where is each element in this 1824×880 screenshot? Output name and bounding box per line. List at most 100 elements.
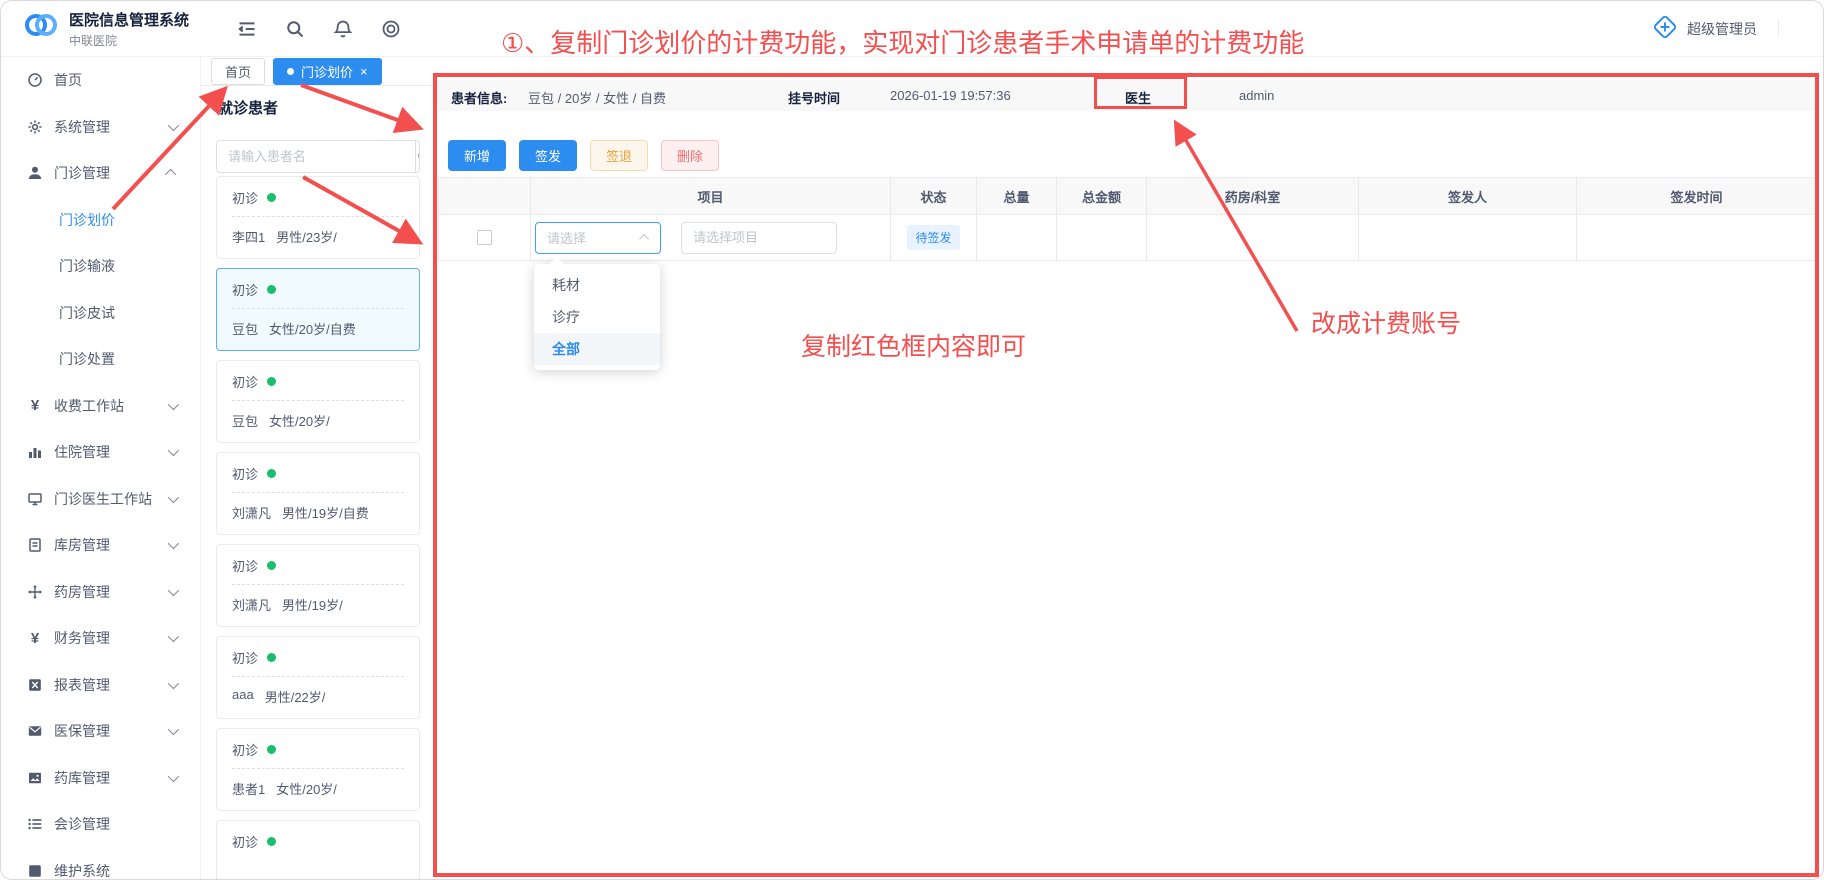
chevron-up-icon (639, 234, 649, 244)
th-pharmacy-dept: 药房/科室 (1147, 178, 1359, 215)
sidebar-item-insurance[interactable]: 医保管理 (1, 708, 200, 755)
item-type-select[interactable]: 请选择 (535, 222, 661, 254)
gear-icon (27, 119, 43, 135)
visit-type-badge: 初诊 (232, 556, 258, 575)
add-button[interactable]: 新增 (448, 140, 506, 171)
status-dot-icon (267, 193, 276, 202)
bell-icon[interactable] (333, 19, 353, 39)
dashboard-icon (27, 72, 43, 88)
tool-icon (27, 863, 43, 879)
app-window: 医院信息管理系统 中联医院 超级管理员 (0, 0, 1824, 880)
status-dot-icon (267, 285, 276, 294)
patient-info: 男性/19岁/ (282, 595, 343, 614)
sidebar-item-outpatient-skin-test[interactable]: 门诊皮试 (1, 290, 200, 337)
visit-type-badge: 初诊 (232, 188, 258, 207)
patient-info: 女性/20岁/自费 (269, 319, 356, 338)
sidebar-item-doctor-station[interactable]: 门诊医生工作站 (1, 476, 200, 523)
search-icon[interactable] (285, 19, 305, 39)
patient-name: 刘潇凡 (232, 503, 271, 522)
item-search-input[interactable] (681, 222, 837, 254)
patient-name: 李四1 (232, 227, 265, 246)
doctor-value: admin (1239, 88, 1274, 103)
sidebar-item-warehouse[interactable]: 库房管理 (1, 522, 200, 569)
reg-time-value: 2026-01-19 19:57:36 (890, 88, 1011, 103)
patient-card[interactable]: 初诊 aaa男性/22岁/ (216, 636, 420, 719)
tab-home[interactable]: 首页 (211, 58, 265, 85)
sidebar-item-outpatient-pricing[interactable]: 门诊划价 (1, 197, 200, 244)
sign-out-button[interactable]: 签退 (590, 140, 648, 171)
monitor-icon (27, 491, 43, 507)
patient-card[interactable]: 初诊 刘潇凡男性/19岁/ (216, 544, 420, 627)
visit-type-badge: 初诊 (232, 648, 258, 667)
th-issue-time: 签发时间 (1577, 178, 1817, 215)
sidebar-item-inpatient[interactable]: 住院管理 (1, 429, 200, 476)
item-type-placeholder: 请选择 (547, 228, 586, 247)
app-title: 医院信息管理系统 (69, 9, 189, 30)
sidebar-item-drug-store[interactable]: 药库管理 (1, 755, 200, 802)
sidebar-item-finance[interactable]: ¥ 财务管理 (1, 615, 200, 662)
sidebar-item-consultation[interactable]: 会诊管理 (1, 801, 200, 848)
patient-panel-title: 就诊患者 (218, 97, 278, 118)
collapse-menu-icon[interactable] (237, 19, 257, 39)
patient-card[interactable]: 初诊 刘潇凡男性/19岁/自费 (216, 452, 420, 535)
search-icon (416, 148, 420, 165)
delete-button[interactable]: 删除 (661, 140, 719, 171)
chevron-down-icon (168, 585, 179, 596)
sidebar-item-home[interactable]: 首页 (1, 57, 200, 104)
patient-info-value: 豆包 / 20岁 / 女性 / 自费 (528, 88, 666, 107)
sidebar-item-maintenance[interactable]: 维护系统 (1, 848, 200, 880)
status-badge: 待签发 (907, 225, 959, 250)
tab-outpatient-pricing[interactable]: 门诊划价 × (273, 58, 382, 85)
sidebar-item-outpatient-infusion[interactable]: 门诊输液 (1, 243, 200, 290)
patient-card[interactable]: 初诊 患者1女性/20岁/ (216, 728, 420, 811)
th-status: 状态 (891, 178, 977, 215)
dropdown-option-all[interactable]: 全部 (534, 333, 660, 365)
barchart-icon (27, 444, 43, 460)
patient-search-button[interactable] (415, 141, 420, 172)
patient-card-selected[interactable]: 初诊 豆包女性/20岁/自费 (216, 268, 420, 351)
patient-search-input[interactable] (217, 141, 415, 172)
patient-list: 初诊 李四1男性/23岁/ 初诊 豆包女性/20岁/自费 初诊 豆包女性/20岁… (216, 176, 420, 879)
th-quantity: 总量 (977, 178, 1057, 215)
patient-name: 刘潇凡 (232, 595, 271, 614)
order-table: 项目 状态 总量 总金额 药房/科室 签发人 签发时间 请选择 待签发 (438, 177, 1817, 261)
sidebar-item-reports[interactable]: 报表管理 (1, 662, 200, 709)
chevron-down-icon (168, 538, 179, 549)
sidebar-item-outpatient[interactable]: 门诊管理 (1, 150, 200, 197)
tab-home-label: 首页 (225, 62, 251, 81)
patient-name: aaa (232, 687, 254, 706)
mail-icon (27, 723, 43, 739)
annotation-middle-text: 复制红色框内容即可 (801, 327, 1026, 363)
dropdown-option-consumables[interactable]: 耗材 (534, 269, 660, 301)
tab-bar: 首页 门诊划价 × (211, 57, 382, 85)
issue-button[interactable]: 签发 (519, 140, 577, 171)
chevron-down-icon (168, 492, 179, 503)
chevron-down-icon (168, 631, 179, 642)
cross-arrows-icon (27, 584, 43, 600)
dropdown-option-treatment[interactable]: 诊疗 (534, 301, 660, 333)
app-subtitle: 中联医院 (69, 32, 189, 49)
active-tab-dot-icon (287, 68, 294, 75)
app-logo: 医院信息管理系统 中联医院 (23, 8, 189, 49)
user-menu[interactable]: 超级管理员 (1652, 14, 1779, 43)
image-icon (27, 770, 43, 786)
tabbar-divider (201, 85, 434, 86)
target-icon[interactable] (381, 19, 401, 39)
chevron-down-icon (168, 445, 179, 456)
patient-card[interactable]: 初诊 豆包女性/20岁/ (216, 360, 420, 443)
sidebar-item-system[interactable]: 系统管理 (1, 104, 200, 151)
row-issuer-cell (1359, 215, 1577, 261)
patient-card[interactable]: 初诊 李四1男性/23岁/ (216, 176, 420, 259)
sidebar-item-outpatient-treatment[interactable]: 门诊处置 (1, 336, 200, 383)
sidebar-item-pharmacy[interactable]: 药房管理 (1, 569, 200, 616)
sidebar-item-charging-station[interactable]: ¥ 收费工作站 (1, 383, 200, 430)
visit-type-badge: 初诊 (232, 740, 258, 759)
tab-close-icon[interactable]: × (360, 65, 368, 78)
chevron-down-icon (168, 399, 179, 410)
patient-card[interactable]: 初诊 (216, 820, 420, 879)
user-icon (27, 165, 43, 181)
visit-type-badge: 初诊 (232, 832, 258, 851)
hospital-logo-icon (23, 8, 59, 49)
top-header: 医院信息管理系统 中联医院 超级管理员 (1, 1, 1823, 57)
row-checkbox[interactable] (477, 230, 492, 245)
